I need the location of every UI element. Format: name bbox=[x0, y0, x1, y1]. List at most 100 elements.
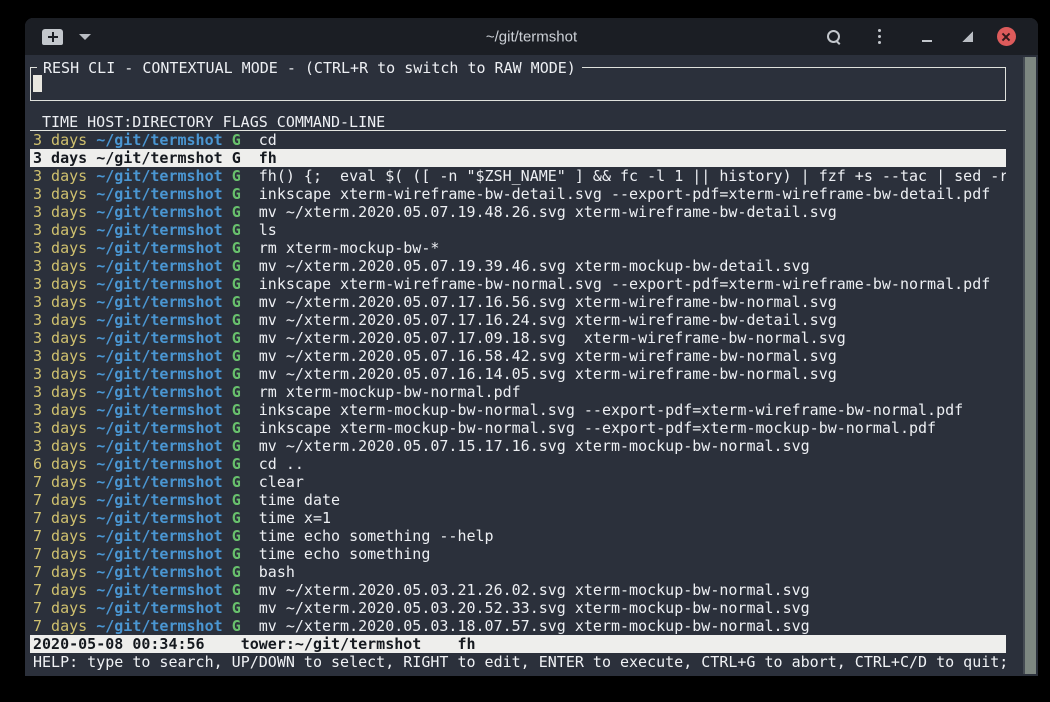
history-row[interactable]: 7 days ~/git/termshot G bash bbox=[30, 563, 1006, 581]
row-directory: ~/git/termshot bbox=[96, 527, 222, 545]
history-row[interactable]: 7 days ~/git/termshot G time echo someth… bbox=[30, 527, 1006, 545]
row-command: ls bbox=[259, 221, 277, 239]
row-flags: G bbox=[232, 329, 241, 347]
row-command: cd .. bbox=[259, 455, 304, 473]
history-row[interactable]: 7 days ~/git/termshot G mv ~/xterm.2020.… bbox=[30, 617, 1006, 635]
row-time: 3 days bbox=[33, 311, 87, 329]
row-time: 3 days bbox=[33, 239, 87, 257]
history-row[interactable]: 3 days ~/git/termshot G inkscape xterm-m… bbox=[30, 419, 1006, 437]
history-row[interactable]: 3 days ~/git/termshot G mv ~/xterm.2020.… bbox=[30, 257, 1006, 275]
history-row[interactable]: 7 days ~/git/termshot G time x=1 bbox=[30, 509, 1006, 527]
row-directory: ~/git/termshot bbox=[96, 491, 222, 509]
history-row[interactable]: 3 days ~/git/termshot G mv ~/xterm.2020.… bbox=[30, 437, 1006, 455]
row-directory: ~/git/termshot bbox=[96, 293, 222, 311]
history-row[interactable]: 3 days ~/git/termshot G mv ~/xterm.2020.… bbox=[30, 203, 1006, 221]
row-time: 7 days bbox=[33, 599, 87, 617]
row-directory: ~/git/termshot bbox=[96, 221, 222, 239]
history-row[interactable]: 7 days ~/git/termshot G time echo someth… bbox=[30, 545, 1006, 563]
row-directory: ~/git/termshot bbox=[96, 257, 222, 275]
status-host-directory: tower:~/git/termshot bbox=[241, 635, 422, 653]
row-command: fh bbox=[259, 149, 277, 167]
row-directory: ~/git/termshot bbox=[96, 437, 222, 455]
row-time: 3 days bbox=[33, 221, 87, 239]
row-time: 3 days bbox=[33, 167, 87, 185]
row-time: 7 days bbox=[33, 581, 87, 599]
history-row[interactable]: 3 days ~/git/termshot G inkscape xterm-w… bbox=[30, 275, 1006, 293]
row-command: mv ~/xterm.2020.05.07.16.58.42.svg xterm… bbox=[259, 347, 837, 365]
history-row[interactable]: 7 days ~/git/termshot G mv ~/xterm.2020.… bbox=[30, 581, 1006, 599]
scrollbar-thumb[interactable] bbox=[1023, 57, 1036, 674]
chevron-down-icon[interactable] bbox=[79, 34, 91, 40]
history-rows: 3 days ~/git/termshot G cd3 days ~/git/t… bbox=[30, 131, 1006, 635]
search-button[interactable] bbox=[824, 25, 844, 49]
restore-button[interactable] bbox=[957, 25, 977, 49]
row-command: cd bbox=[259, 131, 277, 149]
row-command: clear bbox=[259, 473, 304, 491]
row-directory: ~/git/termshot bbox=[96, 545, 222, 563]
history-table-header: TIME HOST:DIRECTORY FLAGS COMMAND-LINE bbox=[30, 113, 1006, 131]
status-datetime: 2020-05-08 00:34:56 bbox=[33, 635, 205, 653]
minimize-icon bbox=[922, 40, 932, 42]
row-flags: G bbox=[232, 509, 241, 527]
row-flags: G bbox=[232, 581, 241, 599]
row-flags: G bbox=[232, 149, 241, 167]
terminal-screen: RESH CLI - CONTEXTUAL MODE - (CTRL+R to … bbox=[25, 55, 1038, 676]
history-row[interactable]: 3 days ~/git/termshot G inkscape xterm-w… bbox=[30, 185, 1006, 203]
row-flags: G bbox=[232, 185, 241, 203]
history-row[interactable]: 3 days ~/git/termshot G cd bbox=[30, 131, 1006, 149]
history-row[interactable]: 3 days ~/git/termshot G mv ~/xterm.2020.… bbox=[30, 293, 1006, 311]
row-time: 3 days bbox=[33, 275, 87, 293]
row-time: 6 days bbox=[33, 455, 87, 473]
row-command: mv ~/xterm.2020.05.03.21.26.02.svg xterm… bbox=[259, 581, 810, 599]
titlebar: ~/git/termshot bbox=[25, 18, 1038, 55]
row-directory: ~/git/termshot bbox=[96, 365, 222, 383]
row-command: inkscape xterm-wireframe-bw-normal.svg -… bbox=[259, 275, 991, 293]
close-button[interactable] bbox=[996, 25, 1016, 49]
history-row[interactable]: 3 days ~/git/termshot G ls bbox=[30, 221, 1006, 239]
row-time: 7 days bbox=[33, 473, 87, 491]
row-flags: G bbox=[232, 293, 241, 311]
row-directory: ~/git/termshot bbox=[96, 509, 222, 527]
resh-cli-app: RESH CLI - CONTEXTUAL MODE - (CTRL+R to … bbox=[30, 55, 1006, 671]
row-directory: ~/git/termshot bbox=[96, 617, 222, 635]
history-row-selected[interactable]: 3 days ~/git/termshot G fh bbox=[30, 149, 1006, 167]
history-row[interactable]: 3 days ~/git/termshot G rm xterm-mockup-… bbox=[30, 383, 1006, 401]
row-command: mv ~/xterm.2020.05.07.17.09.18.svg xterm… bbox=[259, 329, 846, 347]
history-row[interactable]: 3 days ~/git/termshot G inkscape xterm-m… bbox=[30, 401, 1006, 419]
history-row[interactable]: 3 days ~/git/termshot G mv ~/xterm.2020.… bbox=[30, 329, 1006, 347]
row-command: time echo something --help bbox=[259, 527, 494, 545]
row-time: 3 days bbox=[33, 203, 87, 221]
history-row[interactable]: 3 days ~/git/termshot G mv ~/xterm.2020.… bbox=[30, 365, 1006, 383]
history-row[interactable]: 6 days ~/git/termshot G cd .. bbox=[30, 455, 1006, 473]
search-query-box[interactable]: RESH CLI - CONTEXTUAL MODE - (CTRL+R to … bbox=[30, 67, 1006, 101]
row-directory: ~/git/termshot bbox=[96, 401, 222, 419]
search-icon bbox=[826, 29, 842, 45]
row-time: 7 days bbox=[33, 527, 87, 545]
row-command: inkscape xterm-wireframe-bw-detail.svg -… bbox=[259, 185, 991, 203]
history-row[interactable]: 3 days ~/git/termshot G mv ~/xterm.2020.… bbox=[30, 347, 1006, 365]
row-time: 3 days bbox=[33, 257, 87, 275]
menu-button[interactable] bbox=[869, 25, 889, 49]
history-row[interactable]: 3 days ~/git/termshot G fh() {; eval $( … bbox=[30, 167, 1006, 185]
row-directory: ~/git/termshot bbox=[96, 239, 222, 257]
row-directory: ~/git/termshot bbox=[96, 131, 222, 149]
history-row[interactable]: 7 days ~/git/termshot G clear bbox=[30, 473, 1006, 491]
history-row[interactable]: 7 days ~/git/termshot G mv ~/xterm.2020.… bbox=[30, 599, 1006, 617]
row-directory: ~/git/termshot bbox=[96, 419, 222, 437]
row-flags: G bbox=[232, 491, 241, 509]
row-command: mv ~/xterm.2020.05.07.19.39.46.svg xterm… bbox=[259, 257, 810, 275]
history-row[interactable]: 3 days ~/git/termshot G mv ~/xterm.2020.… bbox=[30, 311, 1006, 329]
row-time: 3 days bbox=[33, 329, 87, 347]
row-directory: ~/git/termshot bbox=[96, 473, 222, 491]
scrollbar[interactable] bbox=[1022, 57, 1036, 674]
row-directory: ~/git/termshot bbox=[96, 383, 222, 401]
row-command: time date bbox=[259, 491, 340, 509]
text-cursor bbox=[33, 75, 42, 92]
row-time: 7 days bbox=[33, 509, 87, 527]
new-tab-button[interactable] bbox=[42, 29, 63, 45]
row-time: 3 days bbox=[33, 131, 87, 149]
history-row[interactable]: 7 days ~/git/termshot G time date bbox=[30, 491, 1006, 509]
minimize-button[interactable] bbox=[917, 25, 937, 49]
history-row[interactable]: 3 days ~/git/termshot G rm xterm-mockup-… bbox=[30, 239, 1006, 257]
row-command: mv ~/xterm.2020.05.03.18.07.57.svg xterm… bbox=[259, 617, 810, 635]
